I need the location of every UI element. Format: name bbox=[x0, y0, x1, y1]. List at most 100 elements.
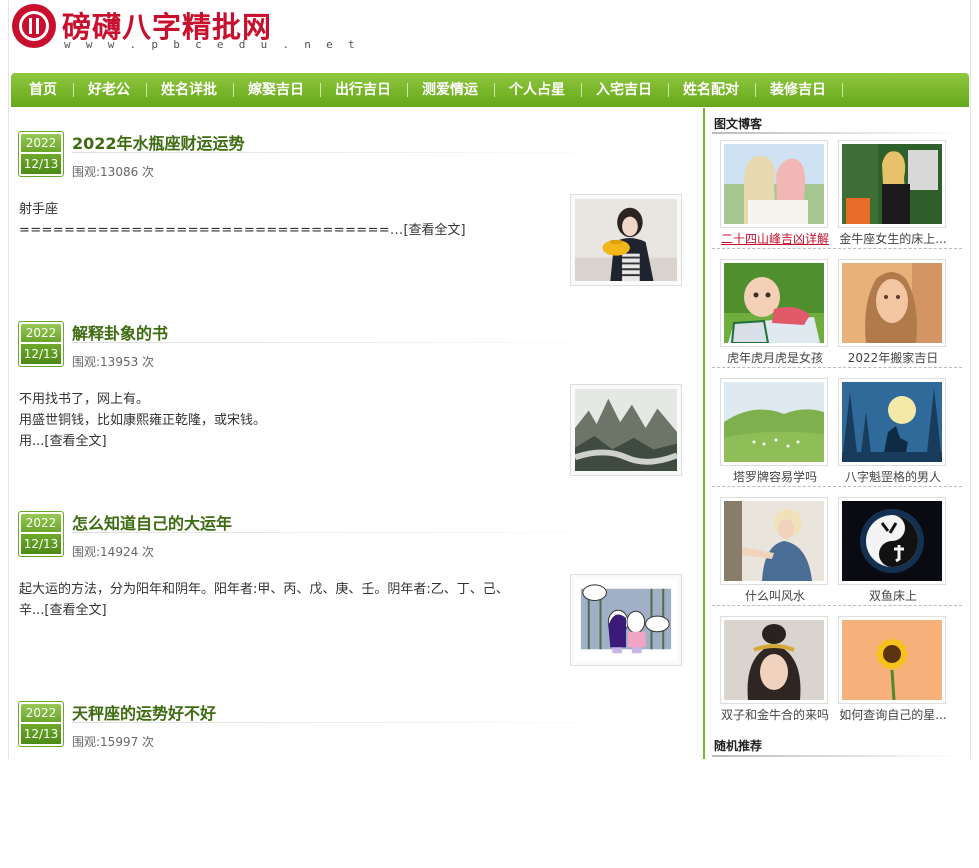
sidebar-card-image[interactable] bbox=[720, 616, 828, 704]
sidebar-card-caption[interactable]: 虎年虎月虎是女孩 bbox=[714, 349, 836, 366]
title-divider bbox=[72, 722, 640, 723]
woman-by-wall-photo bbox=[724, 501, 824, 581]
post-title-link[interactable]: 解释卦象的书 bbox=[72, 320, 168, 344]
sidebar-divider bbox=[703, 108, 705, 759]
bazi-yinyang-illustration bbox=[842, 501, 942, 581]
sidebar-card-image[interactable] bbox=[838, 259, 946, 347]
title-divider bbox=[72, 342, 640, 343]
woman-portrait-photo bbox=[842, 263, 942, 343]
sidebar-card-caption[interactable]: 双子和金牛合的来吗 bbox=[714, 706, 836, 723]
sidebar-heading-rule bbox=[712, 132, 962, 134]
post-thumbnail[interactable] bbox=[570, 574, 682, 666]
sidebar-card[interactable]: 2022年搬家吉日 bbox=[838, 259, 948, 371]
sidebar-card-image[interactable] bbox=[838, 497, 946, 585]
sidebar-card[interactable]: 双鱼床上 bbox=[838, 497, 948, 609]
nav-item-name-match[interactable]: 姓名配对 bbox=[669, 73, 753, 107]
site-logo-icon[interactable] bbox=[12, 4, 56, 48]
sidebar-card-image[interactable] bbox=[720, 140, 828, 228]
sidebar-card-caption[interactable]: 二十四山峰吉凶详解 bbox=[714, 230, 836, 247]
nav-item-name-analysis[interactable]: 姓名详批 bbox=[147, 73, 231, 107]
post-date-badge: 2022 12/13 bbox=[18, 321, 64, 367]
sidebar-card-caption[interactable]: 什么叫风水 bbox=[714, 587, 836, 604]
excerpt-line: 用... bbox=[19, 434, 45, 449]
post-item: 2022 12/13 天秤座的运势好不好 围观:15997 次 bbox=[12, 678, 702, 868]
post-title-link[interactable]: 2022年水瓶座财运运势 bbox=[72, 130, 245, 154]
sidebar-card[interactable]: 双子和金牛合的来吗 bbox=[720, 616, 830, 728]
title-divider bbox=[72, 532, 640, 533]
sidebar-heading-rule bbox=[712, 755, 962, 757]
post-date-day: 12/13 bbox=[21, 344, 61, 364]
nav-separator bbox=[842, 83, 843, 97]
post-excerpt: 射手座 =================================...… bbox=[19, 199, 559, 241]
sidebar-card[interactable]: 如何查询自己的星... bbox=[838, 616, 948, 728]
post-thumbnail[interactable] bbox=[570, 384, 682, 476]
sidebar-card[interactable]: 虎年虎月虎是女孩 bbox=[720, 259, 830, 371]
site-url: w w w . p b c e d u . n e t bbox=[64, 38, 359, 51]
post-item: 2022 12/13 怎么知道自己的大运年 围观:14924 次 起大运的方法，… bbox=[12, 488, 702, 678]
sidebar-card-image[interactable] bbox=[720, 259, 828, 347]
read-more-link[interactable]: [查看全文] bbox=[44, 434, 106, 449]
post-date-day: 12/13 bbox=[21, 724, 61, 744]
post-view-count: 围观:13953 次 bbox=[72, 355, 155, 369]
sidebar-card-caption[interactable]: 2022年搬家吉日 bbox=[832, 349, 954, 366]
post-date-year: 2022 bbox=[21, 514, 61, 532]
excerpt-line-with-link: 用...[查看全文] bbox=[19, 431, 559, 452]
post-date-year: 2022 bbox=[21, 134, 61, 152]
post-excerpt: 不用找书了，网上有。 用盛世铜钱，比如康熙雍正乾隆，或宋钱。 用...[查看全文… bbox=[19, 389, 559, 452]
sidebar-row-divider bbox=[712, 486, 962, 487]
post-excerpt: 起大运的方法，分为阳年和阴年。阳年者:甲、丙、戊、庚、壬。阴年者:乙、丁、己、 … bbox=[19, 579, 559, 621]
sidebar-card[interactable]: 金牛座女生的床上... bbox=[838, 140, 948, 252]
sidebar-heading-photo-blog: 图文博客 bbox=[714, 117, 763, 131]
nav-item-wedding-day[interactable]: 嫁娶吉日 bbox=[234, 73, 318, 107]
sidebar-card-image[interactable] bbox=[838, 140, 946, 228]
nav-item-astrology[interactable]: 个人占星 bbox=[495, 73, 579, 107]
sidebar-card[interactable]: 塔罗牌容易学吗 bbox=[720, 378, 830, 490]
baby-on-blanket-photo bbox=[724, 263, 824, 344]
cartoon-couple-image bbox=[575, 579, 677, 661]
sidebar-card-caption[interactable]: 八字魁罡格的男人 bbox=[832, 468, 954, 485]
sidebar-card[interactable]: 八字魁罡格的男人 bbox=[838, 378, 948, 490]
sidebar-card-image[interactable] bbox=[720, 378, 828, 466]
excerpt-line: 用盛世铜钱，比如康熙雍正乾隆，或宋钱。 bbox=[19, 413, 267, 428]
nav-item-travel-day[interactable]: 出行吉日 bbox=[321, 73, 405, 107]
sidebar-card-image[interactable] bbox=[720, 497, 828, 585]
nav-item-good-husband[interactable]: 好老公 bbox=[74, 73, 144, 107]
site-header: 磅礴八字精批网 w w w . p b c e d u . n e t bbox=[12, 0, 972, 70]
excerpt-line-with-link: =================================...[查看全… bbox=[19, 220, 559, 241]
post-item: 2022 12/13 解释卦象的书 围观:13953 次 不用找书了，网上有。 … bbox=[12, 298, 702, 488]
nav-item-home[interactable]: 首页 bbox=[15, 73, 71, 107]
green-meadow-photo bbox=[724, 382, 824, 462]
post-date-year: 2022 bbox=[21, 704, 61, 722]
excerpt-line: 不用找书了，网上有。 bbox=[19, 392, 150, 407]
excerpt-line: 起大运的方法，分为阳年和阴年。阳年者:甲、丙、戊、庚、壬。阴年者:乙、丁、己、 bbox=[19, 582, 509, 597]
nav-item-love-fortune[interactable]: 测爱情运 bbox=[408, 73, 492, 107]
sidebar-card-caption[interactable]: 金牛座女生的床上... bbox=[832, 230, 954, 247]
post-list: 2022 12/13 2022年水瓶座财运运势 围观:13086 次 射手座 =… bbox=[12, 108, 702, 759]
sidebar-card-caption[interactable]: 塔罗牌容易学吗 bbox=[714, 468, 836, 485]
nav-item-renovation-day[interactable]: 装修吉日 bbox=[756, 73, 840, 107]
title-divider bbox=[72, 152, 640, 153]
sidebar-row-divider bbox=[712, 605, 962, 606]
post-date-day: 12/13 bbox=[21, 534, 61, 554]
post-view-count: 围观:14924 次 bbox=[72, 545, 155, 559]
hanfu-hairstyle-photo bbox=[724, 620, 824, 700]
sidebar-card[interactable]: 什么叫风水 bbox=[720, 497, 830, 609]
read-more-link[interactable]: [查看全文] bbox=[403, 223, 465, 238]
post-date-day: 12/13 bbox=[21, 154, 61, 174]
post-title-link[interactable]: 怎么知道自己的大运年 bbox=[72, 510, 232, 534]
sidebar-card[interactable]: 二十四山峰吉凶详解 bbox=[720, 140, 830, 252]
post-item: 2022 12/13 2022年水瓶座财运运势 围观:13086 次 射手座 =… bbox=[12, 108, 702, 298]
excerpt-line: 辛... bbox=[19, 603, 45, 618]
sidebar-card-image[interactable] bbox=[838, 616, 946, 704]
sidebar-card-image[interactable] bbox=[838, 378, 946, 466]
sidebar-card-caption[interactable]: 双鱼床上 bbox=[832, 587, 954, 604]
main-nav: 首页 好老公 姓名详批 嫁娶吉日 出行吉日 测爱情运 个人占星 入宅吉日 姓名配… bbox=[11, 73, 969, 107]
read-more-link[interactable]: [查看全文] bbox=[44, 603, 106, 618]
post-title-link[interactable]: 天秤座的运势好不好 bbox=[72, 700, 216, 724]
sidebar-card-caption[interactable]: 如何查询自己的星... bbox=[832, 706, 954, 723]
post-thumbnail[interactable] bbox=[570, 194, 682, 286]
nav-item-move-in-day[interactable]: 入宅吉日 bbox=[582, 73, 666, 107]
post-view-count: 围观:15997 次 bbox=[72, 735, 155, 749]
mountain-painting-image bbox=[574, 389, 679, 471]
woman-at-booth-photo bbox=[842, 144, 942, 224]
